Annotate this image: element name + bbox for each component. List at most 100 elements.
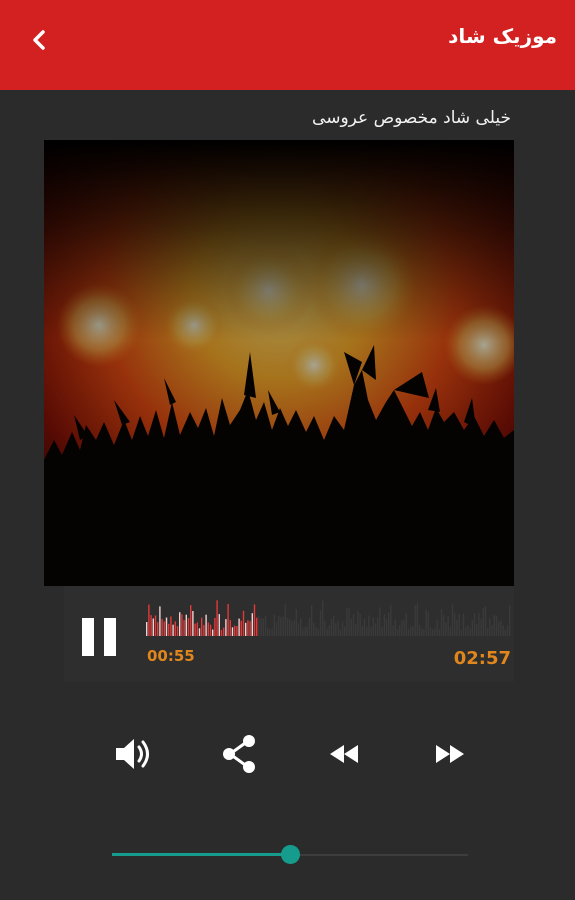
pause-button[interactable] (80, 618, 120, 656)
waveform-bar (405, 613, 407, 636)
waveform-bar (267, 628, 269, 636)
waveform-bar (165, 617, 168, 636)
waveform-bar (302, 628, 304, 636)
waveform-bar (498, 622, 500, 636)
waveform-bar (465, 627, 467, 636)
waveform-bar (311, 605, 313, 636)
waveform-bar (401, 620, 403, 636)
waveform-bar (256, 617, 258, 636)
waveform-bar (374, 623, 377, 636)
waveform-bar (337, 620, 339, 636)
seek-slider[interactable] (112, 842, 468, 868)
chevron-left-icon (33, 30, 45, 50)
waveform-bar (273, 614, 275, 636)
seek-thumb[interactable] (280, 845, 300, 864)
waveform-bar (218, 614, 220, 636)
album-cover (44, 140, 514, 586)
waveform-bar (445, 622, 447, 636)
pause-icon (82, 618, 94, 656)
waveform-bar (339, 629, 341, 636)
back-button[interactable] (22, 22, 58, 58)
waveform-bar (196, 622, 198, 636)
waveform-bar (146, 622, 148, 636)
waveform-bar (509, 605, 511, 636)
fast-forward-icon (436, 745, 464, 763)
waveform-bar (361, 625, 363, 636)
waveform-bar (289, 618, 291, 636)
waveform-bar (293, 620, 295, 636)
waveform-bar (190, 605, 192, 636)
waveform-bar (328, 625, 330, 636)
waveform-bar (231, 627, 234, 636)
waveform-bar (412, 626, 414, 636)
waveform-bar (179, 612, 181, 636)
waveform-bar (423, 629, 425, 636)
waveform-bar (372, 617, 374, 636)
waveform-bar (198, 628, 201, 636)
waveform-bar (467, 624, 469, 636)
volume-button[interactable] (110, 732, 158, 776)
waveform-bar (148, 604, 150, 636)
share-button[interactable] (216, 732, 264, 776)
rewind-button[interactable] (320, 732, 368, 776)
waveform-bar (229, 620, 231, 636)
waveform-bar (506, 625, 509, 636)
waveform-bar (185, 614, 187, 636)
waveform-bar (187, 618, 190, 636)
waveform-bar (183, 620, 185, 636)
waveform-bar (278, 615, 280, 636)
waveform-bar (456, 619, 458, 636)
waveform-bar (275, 622, 278, 636)
waveform-bar (388, 612, 390, 636)
waveform-bar (304, 627, 306, 636)
waveform-bar (295, 609, 297, 636)
waveform-bar (366, 626, 368, 636)
waveform-bar (418, 624, 421, 636)
waveform-bar (260, 617, 262, 636)
waveform-bar (379, 607, 381, 636)
app-title: موزیک شاد (448, 24, 557, 48)
waveform-bar (240, 620, 242, 636)
waveform-bar (324, 620, 326, 636)
waveform-bar (203, 625, 205, 636)
waveform-bar (249, 621, 251, 636)
waveform-bar (438, 629, 440, 636)
fast-forward-button[interactable] (426, 732, 474, 776)
waveform-bar (313, 623, 315, 636)
waveform-bar (482, 608, 484, 636)
waveform-bar (410, 626, 412, 636)
seek-fill (112, 853, 290, 856)
waveform-bar (407, 628, 410, 636)
waveform-bar (205, 614, 207, 636)
waveform-bar (300, 618, 302, 636)
waveform-bar (152, 618, 154, 636)
waveform-bar (491, 625, 493, 636)
waveform-bar (264, 615, 267, 636)
waveform-bar (262, 618, 264, 636)
waveform-bar (493, 615, 495, 636)
waveform-bar (251, 613, 253, 636)
concert-crowd-image (44, 140, 514, 586)
waveform-bar (172, 624, 174, 636)
waveform-bar (487, 628, 489, 636)
waveform-bar (403, 619, 405, 636)
waveform-bar (480, 618, 482, 636)
waveform-bar (500, 620, 502, 636)
waveform-bar (504, 629, 506, 636)
volume-icon (116, 739, 149, 769)
waveform-bar (484, 606, 487, 636)
waveform-bar (168, 623, 170, 636)
waveform-bar (416, 603, 418, 636)
waveform-bar (429, 627, 432, 636)
waveform-bar (220, 629, 223, 636)
waveform-bar (333, 615, 335, 636)
waveform-bar (335, 623, 337, 636)
waveform-bar (308, 617, 311, 636)
waveform-bar (352, 614, 355, 636)
waveform-bar (269, 628, 271, 636)
waveform-bar (163, 621, 165, 636)
waveform-bar (242, 610, 245, 636)
waveform-bar (476, 624, 478, 636)
waveform-progress[interactable] (146, 592, 512, 636)
waveform-bar (370, 626, 372, 636)
